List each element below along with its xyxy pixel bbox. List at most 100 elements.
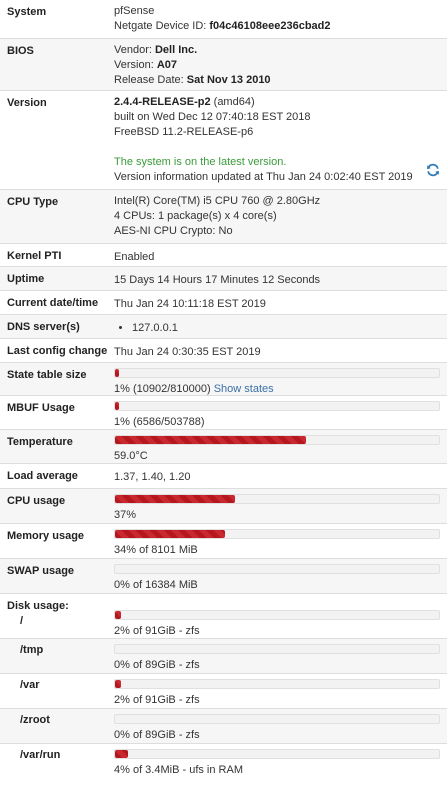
disk-mount: /var/run [20,749,61,761]
row-memory-usage: Memory usage 34% of 8101 MiB [0,524,447,559]
row-mbuf: MBUF Usage 1% (6586/503788) [0,396,447,430]
row-kernel-pti: Kernel PTI Enabled [0,244,447,267]
temperature-label: Temperature [7,436,73,448]
disk-text: 0% of 89GiB - zfs [114,729,200,741]
version-freebsd: FreeBSD 11.2-RELEASE-p6 [114,126,254,138]
bios-vendor-label: Vendor: [114,44,152,56]
bios-release-label: Release Date: [114,74,184,86]
current-datetime-value: Thu Jan 24 10:11:18 EST 2019 [114,298,266,310]
disk-mount: /tmp [20,644,44,656]
bios-version-label: Version: [114,59,154,71]
cpu-usage-bar-fill [115,495,235,503]
row-last-config: Last config change Thu Jan 24 0:30:35 ES… [0,339,447,363]
row-version: Version 2.4.4-RELEASE-p2 (amd64) built o… [0,91,447,190]
disk-bar-fill [115,750,128,758]
disk-bar [114,679,440,689]
cpu-usage-label: CPU usage [7,495,66,507]
cpu-aesni: AES-NI CPU Crypto: No [114,225,233,237]
disk-mount: / [20,615,24,627]
uptime-label: Uptime [7,273,45,285]
swap-usage-label: SWAP usage [7,565,75,577]
row-cpu-usage: CPU usage 37% [0,489,447,524]
disk-text: 0% of 89GiB - zfs [114,659,200,671]
disk-bar [114,610,440,620]
mbuf-bar-fill [115,402,119,410]
cpu-usage-bar [114,494,440,504]
bios-vendor: Dell Inc. [154,44,198,56]
dns-server-list: 127.0.0.1 [114,321,441,336]
device-id: f04c46108eee236cbad2 [209,20,331,32]
bios-release: Sat Nov 13 2010 [186,74,271,86]
version-arch: (amd64) [213,96,255,108]
device-id-label: Netgate Device ID: [114,20,207,32]
refresh-icon[interactable] [426,163,440,177]
version-release: 2.4.4-RELEASE-p2 [114,96,211,108]
row-system: System pfSense Netgate Device ID: f04c46… [0,0,447,39]
row-temperature: Temperature 59.0°C [0,430,447,464]
current-datetime-label: Current date/time [7,297,99,309]
state-table-bar [114,368,440,378]
uptime-value: 15 Days 14 Hours 17 Minutes 12 Seconds [114,274,321,286]
memory-usage-text: 34% of 8101 MiB [114,544,198,556]
cpu-type-label: CPU Type [7,196,59,208]
row-cpu-type: CPU Type Intel(R) Core(TM) i5 CPU 760 @ … [0,190,447,244]
cpu-cores: 4 CPUs: 1 package(s) x 4 core(s) [114,210,277,222]
disk-bar [114,714,440,724]
kernel-pti-label: Kernel PTI [7,250,62,262]
mbuf-bar [114,401,440,411]
disk-bar-fill [115,611,122,619]
dns-label: DNS server(s) [7,321,80,333]
cpu-model: Intel(R) Core(TM) i5 CPU 760 @ 2.80GHz [114,195,321,207]
mbuf-text: 1% (6586/503788) [114,416,205,428]
memory-usage-bar-fill [115,530,226,538]
last-config-value: Thu Jan 24 0:30:35 EST 2019 [114,346,261,358]
row-current-datetime: Current date/time Thu Jan 24 10:11:18 ES… [0,291,447,315]
swap-usage-bar [114,564,440,574]
kernel-pti-value: Enabled [114,251,155,263]
swap-usage-text: 0% of 16384 MiB [114,579,198,591]
disk-text: 2% of 91GiB - zfs [114,694,200,706]
version-label: Version [7,97,47,109]
load-average-label: Load average [7,470,78,482]
row-disk-var-run: /var/run 4% of 3.4MiB - ufs in RAM [0,744,447,779]
row-disk-zroot: /zroot 0% of 89GiB - zfs [0,709,447,744]
disk-bar-fill [115,680,122,688]
row-swap-usage: SWAP usage 0% of 16384 MiB [0,559,447,594]
dns-server: 127.0.0.1 [132,321,441,336]
row-state-table: State table size 1% (10902/810000) Show … [0,363,447,396]
row-load-average: Load average 1.37, 1.40, 1.20 [0,464,447,489]
row-uptime: Uptime 15 Days 14 Hours 17 Minutes 12 Se… [0,267,447,291]
system-information-table: System pfSense Netgate Device ID: f04c46… [0,0,447,779]
disk-mount: /var [20,679,40,691]
version-built: built on Wed Dec 12 07:40:18 EST 2018 [114,111,311,123]
state-table-bar-fill [115,369,119,377]
disk-text: 2% of 91GiB - zfs [114,625,200,637]
version-status: The system is on the latest version. [114,156,287,168]
temperature-bar-fill [115,436,307,444]
row-bios: BIOS Vendor: Dell Inc. Version: A07 Rele… [0,39,447,91]
version-updated: Version information updated at Thu Jan 2… [114,171,413,183]
bios-label: BIOS [7,45,34,57]
show-states-link[interactable]: Show states [214,383,274,395]
row-dns: DNS server(s) 127.0.0.1 [0,315,447,339]
row-disk-tmp: /tmp 0% of 89GiB - zfs [0,639,447,674]
mbuf-label: MBUF Usage [7,402,75,414]
cpu-usage-text: 37% [114,509,137,521]
row-disk-root: Disk usage: / 2% of 91GiB - zfs [0,594,447,639]
memory-usage-bar [114,529,440,539]
last-config-label: Last config change [7,345,108,357]
disk-bar [114,749,440,759]
temperature-bar [114,435,440,445]
system-name: pfSense [114,5,155,17]
state-table-text: 1% (10902/810000) [114,383,211,395]
disk-text: 4% of 3.4MiB - ufs in RAM [114,764,243,776]
state-table-label: State table size [7,369,87,381]
load-average-value: 1.37, 1.40, 1.20 [114,471,191,483]
memory-usage-label: Memory usage [7,530,85,542]
row-disk-var: /var 2% of 91GiB - zfs [0,674,447,709]
system-label: System [7,6,47,18]
disk-bar [114,644,440,654]
bios-version: A07 [156,59,177,71]
disk-usage-label: Disk usage: [7,600,69,612]
temperature-text: 59.0°C [114,450,148,462]
